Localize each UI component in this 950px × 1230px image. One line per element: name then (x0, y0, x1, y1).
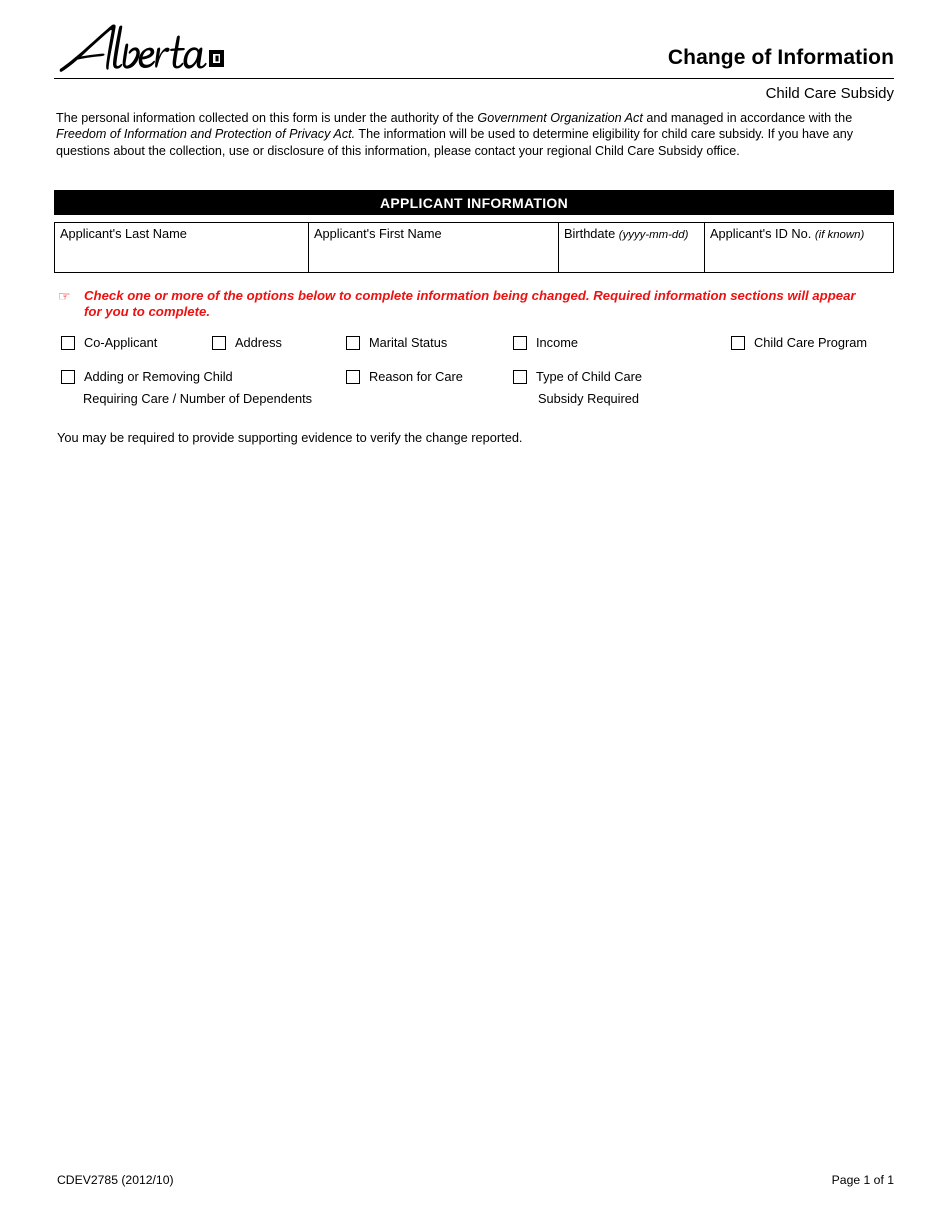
option-marital-status[interactable]: Marital Status (346, 335, 447, 350)
form-page: Change of Information Child Care Subsidy… (0, 0, 950, 1230)
checkbox-income[interactable] (513, 336, 527, 350)
field-applicant-first-name[interactable]: Applicant's First Name (308, 223, 558, 272)
checkbox-adding-removing-child[interactable] (61, 370, 75, 384)
page-title: Change of Information (667, 46, 894, 69)
checkbox-reason-for-care[interactable] (346, 370, 360, 384)
page-subtitle: Child Care Subsidy (765, 85, 894, 102)
option-sublabel-type-of-child-care: Subsidy Required (538, 391, 640, 406)
field-label-first-name: Applicant's First Name (314, 226, 442, 241)
field-applicant-last-name[interactable]: Applicant's Last Name (55, 223, 308, 272)
option-label-co-applicant: Co-Applicant (84, 335, 158, 350)
checkbox-marital-status[interactable] (346, 336, 360, 350)
field-hint-applicant-id-if-known: (if known) (814, 229, 865, 241)
option-income[interactable]: Income (513, 335, 578, 350)
privacy-text-part1: The personal information collected on th… (56, 111, 478, 125)
header-divider (54, 78, 894, 79)
supporting-evidence-note: You may be required to provide supportin… (57, 430, 523, 445)
privacy-act-foip: Freedom of Information and Protection of… (56, 127, 356, 142)
footer-form-code: CDEV2785 (2012/10) (57, 1173, 174, 1187)
option-reason-for-care[interactable]: Reason for Care (346, 369, 463, 384)
checkbox-child-care-program[interactable] (731, 336, 745, 350)
checkbox-type-of-child-care[interactable] (513, 370, 527, 384)
field-label-applicant-id: Applicant's ID No. (710, 226, 812, 241)
section-header-applicant-information: APPLICANT INFORMATION (54, 190, 894, 215)
checkbox-co-applicant[interactable] (61, 336, 75, 350)
field-label-birthdate: Birthdate (564, 226, 616, 241)
option-label-type-of-child-care: Type of Child Care (536, 369, 642, 384)
option-child-care-program[interactable]: Child Care Program (731, 335, 867, 350)
option-sublabel-adding-removing-child: Requiring Care / Number of Dependents (83, 391, 313, 406)
option-label-child-care-program: Child Care Program (754, 335, 868, 350)
privacy-act-government-organization: Government Organization Act (477, 111, 643, 125)
footer-page-number: Page 1 of 1 (831, 1173, 894, 1187)
section-header-label: APPLICANT INFORMATION (379, 194, 569, 211)
page-header: Change of Information (54, 22, 894, 82)
field-birthdate[interactable]: Birthdate (yyyy-mm-dd) (558, 223, 704, 272)
privacy-notice: The personal information collected on th… (56, 110, 894, 159)
option-label-address: Address (235, 335, 282, 350)
pointing-hand-icon: ☞ (58, 288, 71, 304)
field-label-last-name: Applicant's Last Name (60, 226, 187, 241)
option-label-income: Income (536, 335, 578, 350)
applicant-information-table: Applicant's Last Name Applicant's First … (54, 222, 894, 273)
option-label-adding-removing-child: Adding or Removing Child (84, 369, 233, 384)
instruction-text: Check one or more of the options below t… (84, 288, 856, 319)
option-address[interactable]: Address (212, 335, 282, 350)
alberta-wordmark-logo (54, 22, 224, 74)
option-label-marital-status: Marital Status (369, 335, 448, 350)
privacy-text-part2: and managed in accordance with the (642, 111, 853, 125)
checkbox-address[interactable] (212, 336, 226, 350)
option-label-reason-for-care: Reason for Care (369, 369, 463, 384)
field-hint-birthdate-format: (yyyy-mm-dd) (618, 229, 689, 241)
field-applicant-id-no[interactable]: Applicant's ID No. (if known) (704, 223, 893, 272)
option-co-applicant[interactable]: Co-Applicant (61, 335, 157, 350)
option-adding-removing-child[interactable]: Adding or Removing Child (61, 369, 233, 384)
option-type-of-child-care[interactable]: Type of Child Care (513, 369, 642, 384)
instruction-banner: ☞ Check one or more of the options below… (58, 288, 868, 320)
